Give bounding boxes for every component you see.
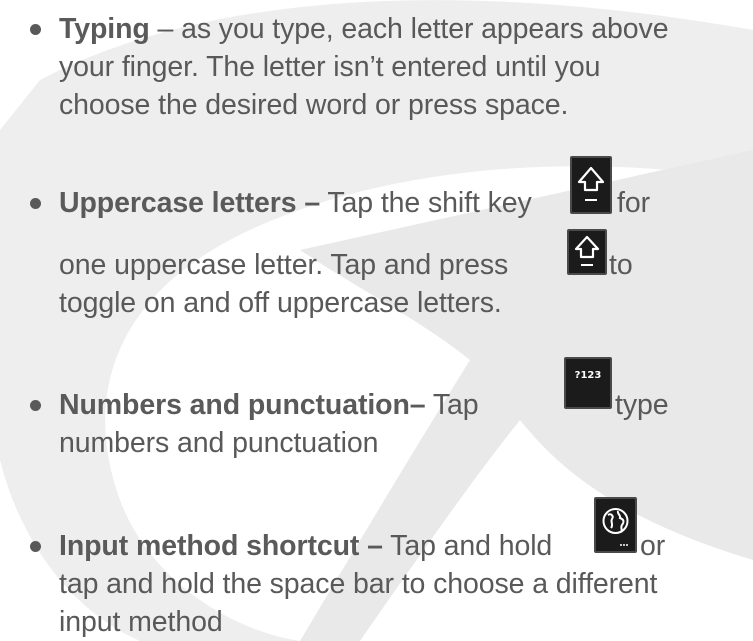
item-text: Tap and hold [382,530,553,562]
numbers-key-label: ?123 [574,370,602,381]
shift-key-icon [570,156,612,214]
bullet [30,198,41,209]
item-heading: Uppercase letters – [59,187,321,219]
item-text: for [617,187,650,219]
item-text: – as you type, each letter appears above [149,13,669,45]
item-text: numbers and punctuation [59,427,379,459]
item-text: to [609,249,633,281]
globe-icon [602,508,629,546]
item-text: choose the desired word or press space. [59,89,569,121]
bullet [30,24,41,35]
item-text: Tap [425,389,479,421]
list-item-line: Input method shortcut – Tap and hold [59,529,552,563]
item-text: input method [59,606,223,638]
globe-key-icon [594,497,637,553]
item-text: type [615,389,669,421]
item-heading: Numbers and punctuation– [59,389,426,421]
item-text: Tap the shift key [320,187,532,219]
item-text: your finger. The letter isn’t entered un… [59,51,601,83]
list-item-line: Typing – as you type, each letter appear… [59,12,669,46]
bullet [30,541,41,552]
item-heading: Input method shortcut – [59,530,383,562]
list-item-line: Uppercase letters – Tap the shift key [59,186,532,220]
feature-list: Typing – as you type, each letter appear… [0,0,753,641]
item-text: or [640,530,666,562]
item-heading: Typing [59,13,150,45]
item-text: one uppercase letter. Tap and press [59,249,509,281]
item-text: toggle on and off uppercase letters. [59,287,502,319]
numbers-key-icon: ?123 [564,357,612,409]
list-item-line: Numbers and punctuation– Tap [59,388,479,422]
bullet [30,400,41,411]
shift-key-icon [567,229,607,275]
item-text: tap and hold the space bar to choose a d… [59,568,658,600]
